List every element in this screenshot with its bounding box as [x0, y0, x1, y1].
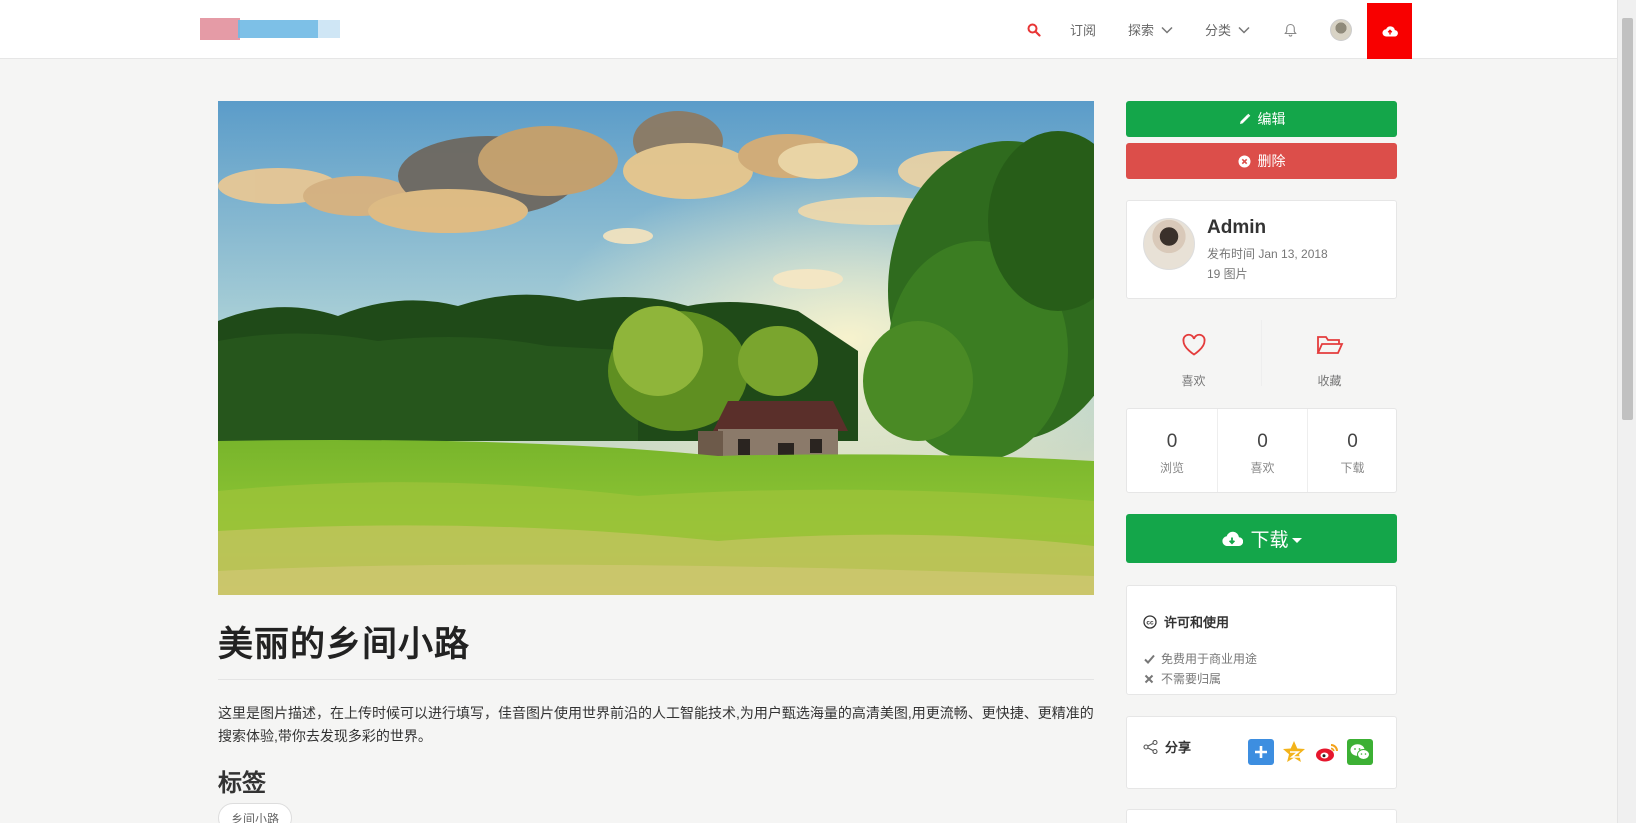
add-share-icon[interactable]	[1248, 739, 1274, 765]
author-photo-count: 19 图片	[1207, 267, 1248, 281]
bell-icon	[1283, 23, 1297, 37]
stat-label: 喜欢	[1250, 461, 1275, 475]
tag-chip[interactable]: 乡间小路	[218, 803, 293, 823]
license-item-text: 不需要归属	[1161, 672, 1222, 686]
stat-label: 浏览	[1159, 461, 1184, 475]
download-dropdown-button[interactable]: 下载	[1126, 514, 1397, 563]
stat-downloads: 0 下载	[1307, 409, 1397, 492]
license-item-allowed: 免费用于商业用途	[1144, 650, 1257, 667]
creative-commons-icon: cc	[1143, 614, 1157, 629]
license-card: cc 许可和使用 免费用于商业用途 不需要归属	[1126, 585, 1397, 695]
nav-subscribe[interactable]: 订阅	[1070, 0, 1096, 59]
share-title-text: 分享	[1165, 740, 1192, 755]
next-card	[1126, 809, 1397, 823]
reaction-panel: 喜欢 收藏	[1126, 316, 1397, 392]
title-divider	[218, 679, 1094, 680]
heart-icon	[1182, 333, 1205, 356]
close-icon	[1144, 674, 1154, 683]
avatar	[1330, 18, 1352, 41]
folder-open-icon	[1316, 336, 1343, 354]
site-logo[interactable]	[200, 18, 341, 40]
cloud-download-icon	[1222, 531, 1244, 546]
stat-views: 0 浏览	[1127, 409, 1217, 492]
stat-value: 0	[1166, 431, 1178, 452]
share-title: 分享	[1143, 737, 1191, 756]
like-label: 喜欢	[1181, 374, 1206, 388]
close-circle-icon	[1238, 155, 1250, 167]
svg-text:cc: cc	[1146, 619, 1154, 626]
top-navbar: 订阅 探索 分类	[0, 0, 1617, 59]
user-avatar-menu[interactable]	[1330, 0, 1352, 59]
license-title-text: 许可和使用	[1164, 615, 1230, 630]
favorite-label: 收藏	[1317, 374, 1342, 388]
share-card: 分享	[1126, 716, 1397, 789]
wechat-icon[interactable]	[1347, 739, 1373, 765]
delete-button-label: 删除	[1257, 153, 1286, 169]
license-item-text: 免费用于商业用途	[1161, 652, 1258, 666]
stat-value: 0	[1257, 431, 1268, 452]
search-icon	[1027, 23, 1041, 37]
share-icon	[1143, 739, 1158, 754]
page-scrollbar[interactable]	[1617, 0, 1636, 823]
publish-date: 发布时间 Jan 13, 2018	[1207, 247, 1328, 261]
tags-heading: 标签	[218, 770, 266, 797]
stat-likes: 0 喜欢	[1217, 409, 1307, 492]
license-title: cc 许可和使用	[1143, 612, 1229, 631]
cloud-upload-icon	[1381, 26, 1398, 37]
upload-button[interactable]	[1367, 3, 1412, 59]
caret-down-icon	[1291, 537, 1302, 543]
edit-button[interactable]: 编辑	[1126, 101, 1397, 137]
stats-card: 0 浏览 0 喜欢 0 下载	[1126, 408, 1397, 493]
stat-label: 下载	[1340, 461, 1365, 475]
photo-title: 美丽的乡间小路	[218, 625, 471, 664]
author-card: Admin 发布时间 Jan 13, 2018 19 图片	[1126, 200, 1397, 299]
like-button[interactable]: 喜欢	[1126, 316, 1261, 392]
author-avatar[interactable]	[1143, 218, 1195, 270]
edit-button-label: 编辑	[1257, 111, 1286, 127]
license-item-not-required: 不需要归属	[1144, 670, 1221, 687]
star-share-icon[interactable]	[1281, 739, 1307, 765]
chevron-down-icon	[1238, 26, 1250, 34]
nav-explore-dropdown[interactable]: 探索	[1128, 0, 1173, 59]
search-button[interactable]	[1024, 0, 1044, 59]
weibo-icon[interactable]	[1314, 739, 1340, 765]
nav-explore-label: 探索	[1128, 23, 1155, 38]
nav-category-label: 分类	[1205, 23, 1232, 38]
check-icon	[1144, 654, 1155, 664]
favorite-button[interactable]: 收藏	[1262, 316, 1397, 392]
pencil-icon	[1239, 113, 1250, 124]
notifications-button[interactable]	[1282, 0, 1298, 59]
scrollbar-thumb[interactable]	[1622, 18, 1633, 420]
photo-description: 这里是图片描述，在上传时候可以进行填写，佳音图片使用世界前沿的人工智能技术,为用…	[218, 705, 1094, 744]
main-photo[interactable]	[218, 101, 1094, 595]
chevron-down-icon	[1161, 26, 1173, 34]
stat-value: 0	[1347, 431, 1358, 452]
delete-button[interactable]: 删除	[1126, 143, 1397, 179]
download-button-label: 下载	[1250, 530, 1289, 551]
author-name[interactable]: Admin	[1207, 217, 1266, 239]
nav-subscribe-label: 订阅	[1070, 23, 1097, 38]
share-icons	[1248, 739, 1373, 765]
nav-category-dropdown[interactable]: 分类	[1205, 0, 1250, 59]
